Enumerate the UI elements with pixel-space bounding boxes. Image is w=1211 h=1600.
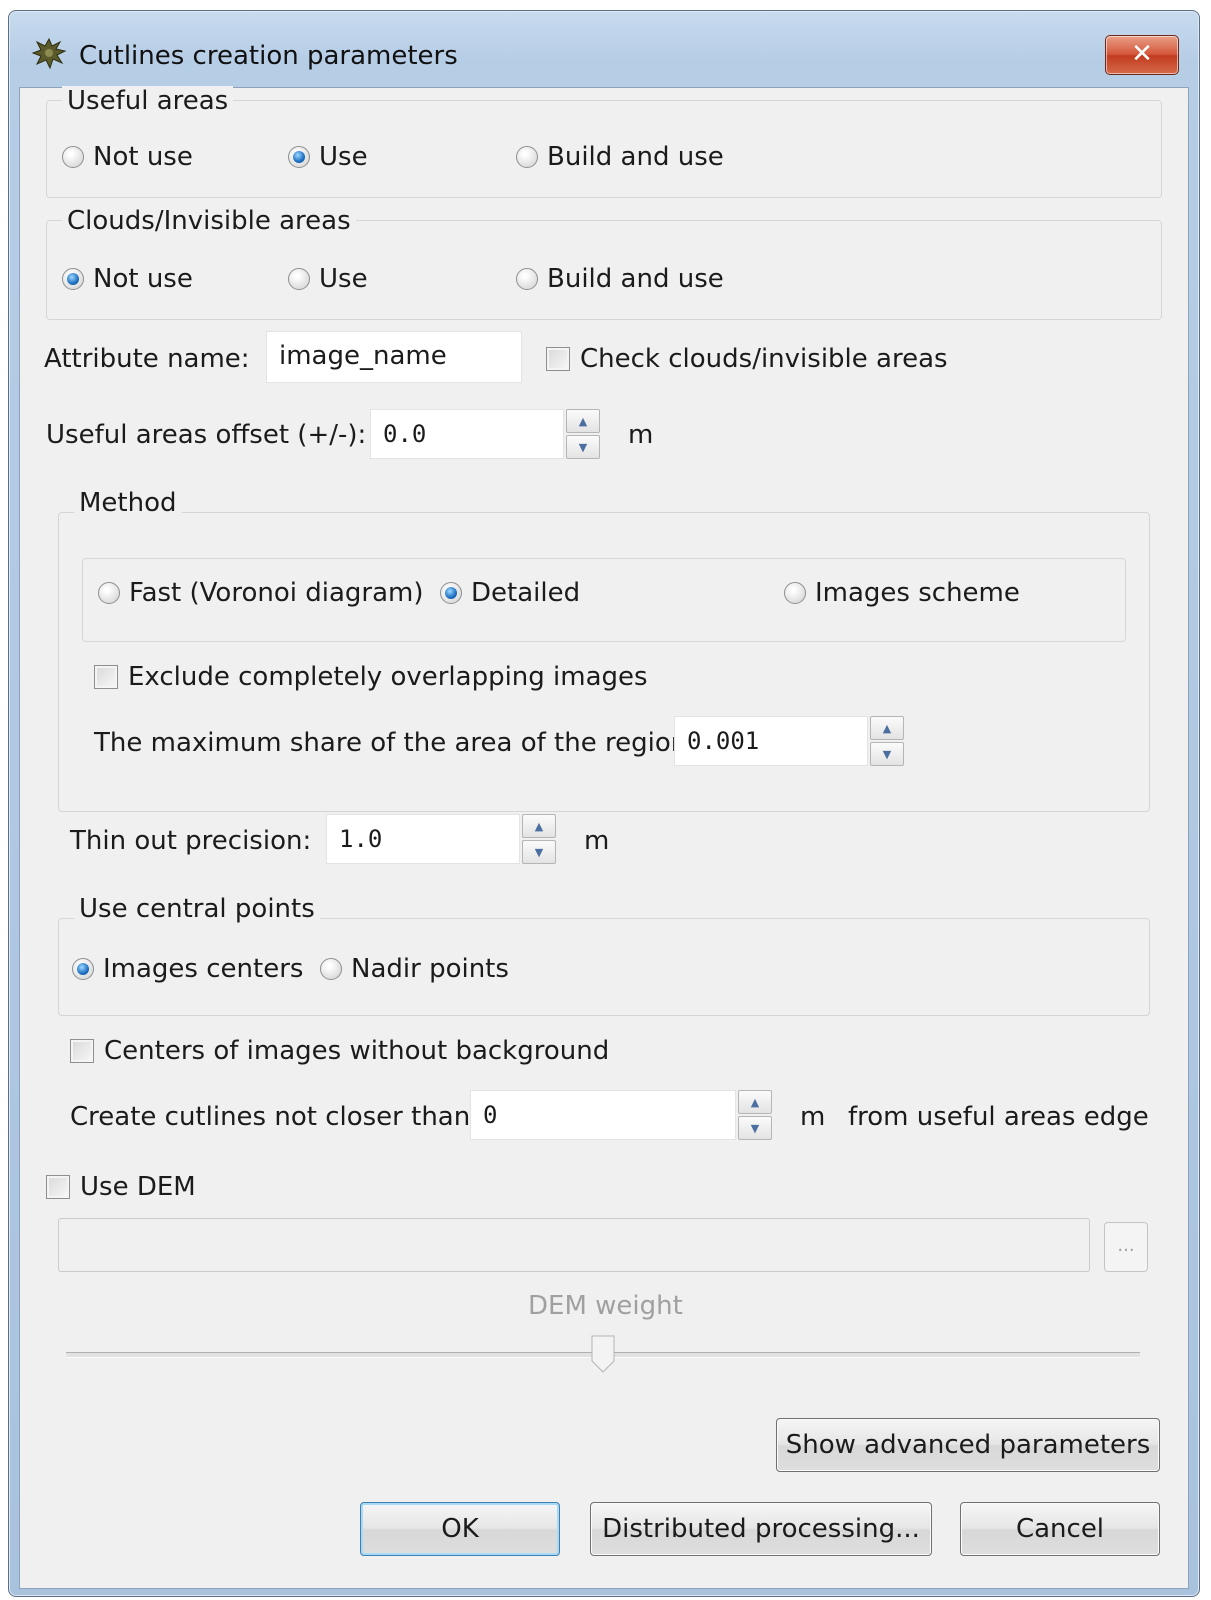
dialog-body: Useful areas Not use Use Build and use C… [19, 86, 1189, 1589]
radio-icon [320, 958, 342, 980]
use-dem-checkbox[interactable]: Use DEM [46, 1172, 196, 1202]
dem-weight-label: DEM weight [528, 1291, 683, 1321]
method-fast-radio[interactable]: Fast (Voronoi diagram) [98, 578, 423, 608]
attribute-name-input[interactable]: image_name [266, 331, 522, 383]
radio-icon [784, 582, 806, 604]
radio-selected-icon [440, 582, 462, 604]
radio-label: Use [319, 264, 368, 294]
method-scheme-radio[interactable]: Images scheme [784, 578, 1020, 608]
central-points-legend: Use central points [74, 894, 320, 924]
thin-out-unit: m [584, 826, 610, 856]
radio-icon [516, 268, 538, 290]
dem-path-input[interactable] [58, 1218, 1090, 1272]
max-share-label: The maximum share of the area of the reg… [94, 728, 688, 758]
clouds-use-radio[interactable]: Use [288, 264, 368, 294]
slider-thumb-icon [591, 1335, 615, 1373]
spin-down-icon[interactable]: ▼ [522, 840, 556, 864]
radio-label: Fast (Voronoi diagram) [129, 578, 424, 608]
spin-down-icon[interactable]: ▼ [738, 1116, 772, 1140]
radio-label: Build and use [547, 142, 724, 172]
thin-out-label: Thin out precision: [70, 826, 312, 856]
check-clouds-checkbox[interactable]: Check clouds/invisible areas [546, 344, 948, 374]
dem-browse-button[interactable]: ... [1104, 1222, 1148, 1272]
spin-down-icon[interactable]: ▼ [870, 742, 904, 766]
radio-selected-icon [288, 146, 310, 168]
clouds-legend: Clouds/Invisible areas [62, 206, 356, 236]
images-centers-radio[interactable]: Images centers [72, 954, 303, 984]
ok-button[interactable]: OK [360, 1502, 560, 1556]
dialog-window: Cutlines creation parameters ✕ Useful ar… [8, 10, 1200, 1597]
offset-unit: m [628, 420, 654, 450]
radio-label: Not use [93, 264, 193, 294]
spin-up-icon[interactable]: ▲ [738, 1090, 772, 1114]
clouds-not-use-radio[interactable]: Not use [62, 264, 193, 294]
spin-up-icon[interactable]: ▲ [566, 409, 600, 433]
radio-selected-icon [72, 958, 94, 980]
useful-areas-use-radio[interactable]: Use [288, 142, 368, 172]
checkbox-icon [70, 1039, 94, 1063]
useful-areas-legend: Useful areas [62, 86, 234, 116]
thin-out-spinner[interactable]: ▲ ▼ [522, 814, 556, 864]
radio-selected-icon [62, 268, 84, 290]
radio-icon [98, 582, 120, 604]
exclude-overlapping-checkbox[interactable]: Exclude completely overlapping images [94, 662, 648, 692]
checkbox-icon [94, 665, 118, 689]
max-share-spinner[interactable]: ▲ ▼ [870, 716, 904, 766]
not-closer-spinner[interactable]: ▲ ▼ [738, 1090, 772, 1140]
not-closer-suffix: from useful areas edge [848, 1102, 1149, 1132]
checkbox-label: Exclude completely overlapping images [128, 662, 648, 692]
attribute-name-label: Attribute name: [44, 344, 250, 374]
radio-label: Not use [93, 142, 193, 172]
not-closer-label: Create cutlines not closer than [70, 1102, 471, 1132]
offset-input[interactable]: 0.0 [370, 409, 564, 459]
title-bar: Cutlines creation parameters ✕ [9, 11, 1199, 81]
radio-label: Nadir points [351, 954, 509, 984]
nadir-points-radio[interactable]: Nadir points [320, 954, 509, 984]
radio-label: Images centers [103, 954, 304, 984]
checkbox-label: Use DEM [80, 1172, 196, 1202]
radio-icon [516, 146, 538, 168]
radio-label: Images scheme [815, 578, 1020, 608]
offset-label: Useful areas offset (+/-): [46, 420, 367, 450]
thin-out-input[interactable]: 1.0 [326, 814, 520, 864]
app-icon [31, 37, 67, 69]
spin-down-icon[interactable]: ▼ [566, 435, 600, 459]
useful-areas-build-radio[interactable]: Build and use [516, 142, 724, 172]
checkbox-icon [46, 1175, 70, 1199]
centers-without-bg-checkbox[interactable]: Centers of images without background [70, 1036, 609, 1066]
clouds-build-radio[interactable]: Build and use [516, 264, 724, 294]
show-advanced-button[interactable]: Show advanced parameters [776, 1418, 1160, 1472]
close-button[interactable]: ✕ [1105, 35, 1179, 75]
max-share-input[interactable]: 0.001 [674, 716, 868, 766]
window-title: Cutlines creation parameters [79, 41, 458, 71]
offset-spinner[interactable]: ▲ ▼ [566, 409, 600, 459]
useful-areas-not-use-radio[interactable]: Not use [62, 142, 193, 172]
dem-weight-slider-thumb[interactable] [591, 1335, 615, 1373]
method-detailed-radio[interactable]: Detailed [440, 578, 580, 608]
checkbox-label: Centers of images without background [104, 1036, 610, 1066]
cancel-button[interactable]: Cancel [960, 1502, 1160, 1556]
close-icon: ✕ [1131, 39, 1153, 69]
checkbox-label: Check clouds/invisible areas [580, 344, 948, 374]
radio-icon [62, 146, 84, 168]
not-closer-input[interactable]: 0 [470, 1090, 736, 1140]
checkbox-icon [546, 347, 570, 371]
radio-label: Build and use [547, 264, 724, 294]
radio-label: Use [319, 142, 368, 172]
radio-label: Detailed [471, 578, 581, 608]
radio-icon [288, 268, 310, 290]
distributed-processing-button[interactable]: Distributed processing... [590, 1502, 932, 1556]
spin-up-icon[interactable]: ▲ [522, 814, 556, 838]
not-closer-unit: m [800, 1102, 826, 1132]
spin-up-icon[interactable]: ▲ [870, 716, 904, 740]
method-legend: Method [74, 488, 182, 518]
